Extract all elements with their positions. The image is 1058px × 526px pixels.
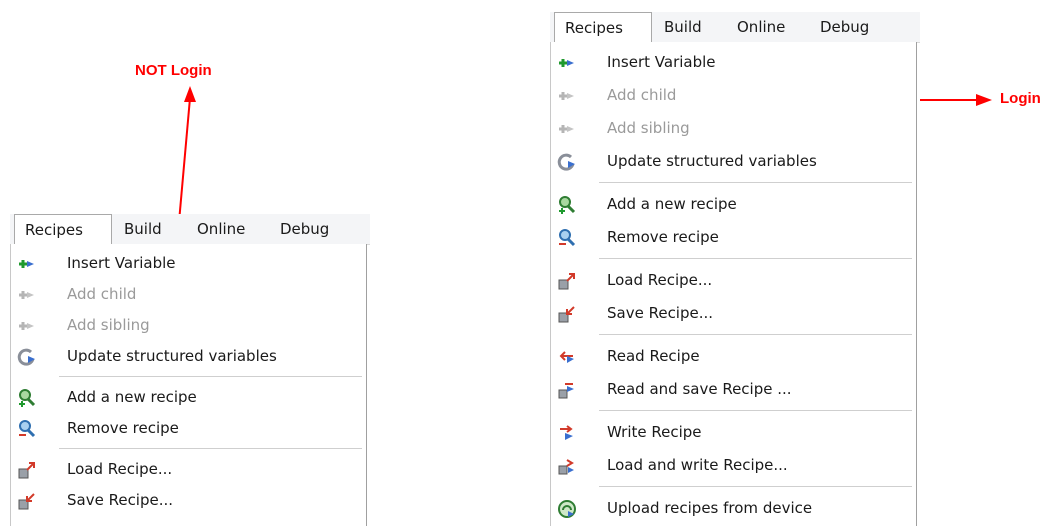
menu-item-upload-recipes[interactable]: Upload recipes from device	[551, 492, 916, 525]
right-menu-screenshot: Recipes Build Online Debug Insert Variab…	[550, 12, 920, 526]
load-recipe-icon	[17, 460, 37, 480]
menubar: Recipes Build Online Debug	[550, 12, 920, 43]
menu-item-label: Load and write Recipe...	[607, 456, 788, 474]
menu-build[interactable]: Build	[124, 214, 162, 244]
menu-item-label: Update structured variables	[67, 347, 277, 365]
menu-separator	[59, 376, 362, 377]
add-recipe-icon	[557, 195, 577, 215]
load-recipe-icon	[557, 271, 577, 291]
upload-recipes-icon	[557, 499, 577, 519]
menu-item-label: Load Recipe...	[67, 460, 173, 478]
menu-debug[interactable]: Debug	[820, 12, 869, 42]
save-recipe-icon	[17, 491, 37, 511]
left-menu-screenshot: Recipes Build Online Debug Insert Variab…	[10, 214, 370, 526]
menu-separator	[599, 410, 912, 411]
menu-item-read-recipe[interactable]: Read Recipe	[551, 340, 916, 373]
menu-item-write-recipe[interactable]: Write Recipe	[551, 416, 916, 449]
add-recipe-icon	[17, 388, 37, 408]
menu-item-label: Add sibling	[67, 316, 150, 334]
add-child-icon	[17, 285, 37, 305]
menu-item-load-recipe[interactable]: Load Recipe...	[551, 264, 916, 297]
menu-item-update-variables[interactable]: Update structured variables	[11, 341, 366, 372]
add-child-icon	[557, 86, 577, 106]
menu-item-label: Add a new recipe	[67, 388, 197, 406]
menu-item-read-save-recipe[interactable]: Read and save Recipe ...	[551, 373, 916, 406]
menu-item-remove-recipe[interactable]: Remove recipe	[551, 221, 916, 254]
menu-item-add-sibling: Add sibling	[551, 112, 916, 145]
menu-item-update-variables[interactable]: Update structured variables	[551, 145, 916, 178]
menu-item-insert-variable[interactable]: Insert Variable	[551, 46, 916, 79]
recipes-dropdown: Insert Variable Add child Add sibling Updat…	[550, 42, 917, 526]
menu-item-label: Add child	[607, 86, 677, 104]
menu-debug[interactable]: Debug	[280, 214, 329, 244]
menu-item-add-sibling: Add sibling	[11, 310, 366, 341]
menu-online[interactable]: Online	[737, 12, 785, 42]
menu-item-label: Upload recipes from device	[607, 499, 813, 517]
menu-item-label: Update structured variables	[607, 152, 817, 170]
menu-separator	[599, 182, 912, 183]
login-annotation: Login	[1000, 90, 1041, 107]
add-sibling-icon	[557, 119, 577, 139]
menu-separator	[599, 486, 912, 487]
menu-item-label: Read and save Recipe ...	[607, 380, 792, 398]
menu-item-add-child: Add child	[11, 279, 366, 310]
menu-item-label: Insert Variable	[607, 53, 716, 71]
menu-item-save-recipe[interactable]: Save Recipe...	[551, 297, 916, 330]
menu-item-label: Load Recipe...	[607, 271, 713, 289]
menu-item-label: Write Recipe	[607, 423, 702, 441]
menu-item-label: Remove recipe	[67, 419, 179, 437]
not-login-annotation: NOT Login	[135, 62, 212, 79]
menu-item-label: Save Recipe...	[607, 304, 714, 322]
menu-item-insert-variable[interactable]: Insert Variable	[11, 248, 366, 279]
menu-recipes[interactable]: Recipes	[554, 12, 652, 43]
menu-item-label: Read Recipe	[607, 347, 700, 365]
load-write-recipe-icon	[557, 456, 577, 476]
menu-separator	[599, 258, 912, 259]
insert-variable-icon	[17, 254, 37, 274]
remove-recipe-icon	[557, 228, 577, 248]
menu-item-save-recipe[interactable]: Save Recipe...	[11, 485, 366, 516]
write-recipe-icon	[557, 423, 577, 443]
save-recipe-icon	[557, 304, 577, 324]
menu-online[interactable]: Online	[197, 214, 245, 244]
update-variables-icon	[17, 347, 37, 367]
menu-build[interactable]: Build	[664, 12, 702, 42]
menu-item-label: Add child	[67, 285, 137, 303]
menu-item-add-recipe[interactable]: Add a new recipe	[551, 188, 916, 221]
read-save-recipe-icon	[557, 380, 577, 400]
add-sibling-icon	[17, 316, 37, 336]
remove-recipe-icon	[17, 419, 37, 439]
menu-item-label: Save Recipe...	[67, 491, 174, 509]
menu-recipes[interactable]: Recipes	[14, 214, 112, 245]
update-variables-icon	[557, 152, 577, 172]
menu-item-add-recipe[interactable]: Add a new recipe	[11, 382, 366, 413]
insert-variable-icon	[557, 53, 577, 73]
menu-item-load-recipe[interactable]: Load Recipe...	[11, 454, 366, 485]
menu-item-remove-recipe[interactable]: Remove recipe	[11, 413, 366, 444]
menu-item-load-write-recipe[interactable]: Load and write Recipe...	[551, 449, 916, 482]
menu-separator	[599, 334, 912, 335]
read-recipe-icon	[557, 347, 577, 367]
menu-item-label: Add sibling	[607, 119, 690, 137]
menu-item-label: Insert Variable	[67, 254, 176, 272]
menu-separator	[59, 448, 362, 449]
menu-item-label: Add a new recipe	[607, 195, 737, 213]
menubar: Recipes Build Online Debug	[10, 214, 370, 245]
menu-item-add-child: Add child	[551, 79, 916, 112]
recipes-dropdown: Insert Variable Add child Add sibling Updat…	[10, 244, 367, 526]
menu-item-label: Remove recipe	[607, 228, 719, 246]
